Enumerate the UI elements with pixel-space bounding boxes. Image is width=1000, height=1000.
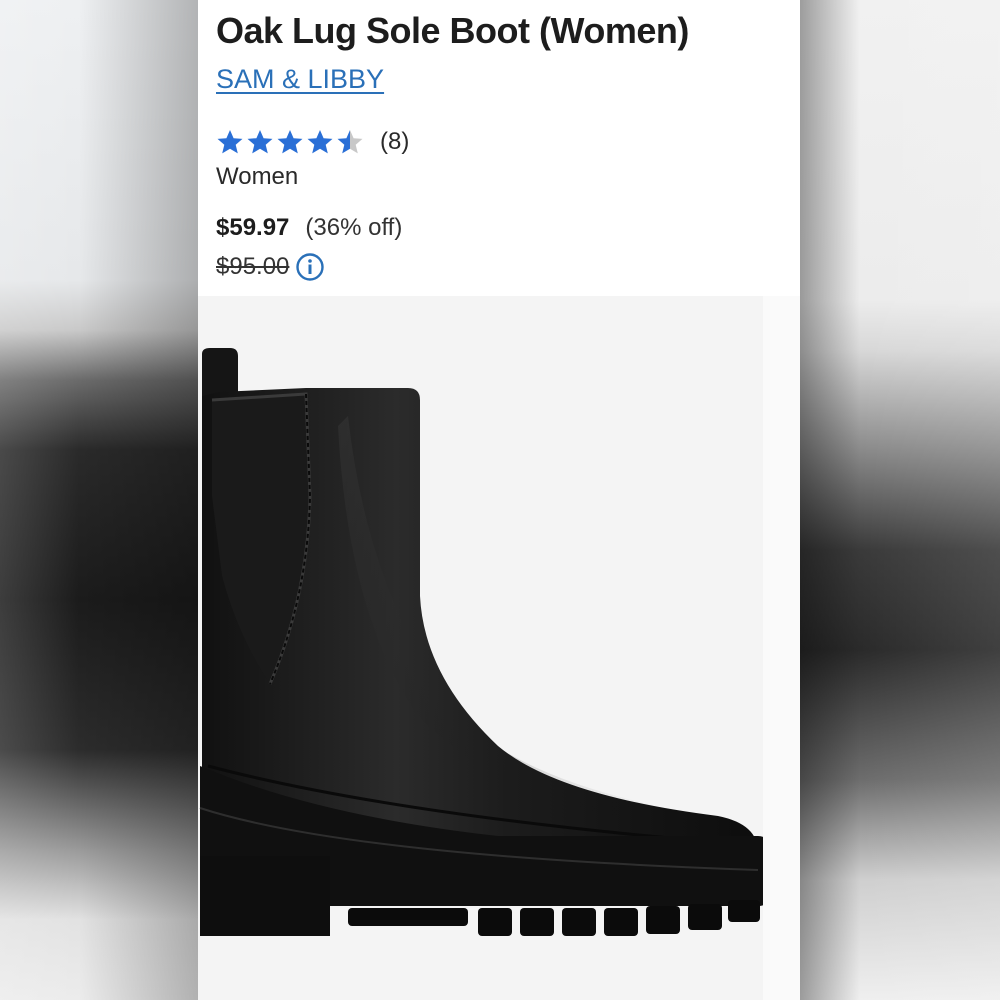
star-icon: [307, 130, 333, 154]
product-title: Oak Lug Sole Boot (Women): [216, 10, 689, 51]
sale-price: $59.97: [216, 214, 290, 241]
rating-row[interactable]: (8): [216, 124, 409, 160]
review-count[interactable]: (8): [380, 128, 409, 156]
star-icon: [337, 130, 363, 154]
star-icon: [247, 130, 273, 154]
price-row: $59.97 (36% off): [216, 214, 402, 242]
star-icon: [217, 130, 243, 154]
discount-label: (36% off): [305, 214, 403, 241]
boot-image: [199, 348, 770, 936]
image-edge: [763, 296, 800, 1000]
star-icon: [277, 130, 303, 154]
original-price: $95.00: [216, 253, 290, 280]
info-icon[interactable]: [295, 252, 325, 282]
blurred-background-left: [0, 0, 198, 1000]
star-rating[interactable]: [216, 128, 364, 156]
product-image[interactable]: [198, 296, 800, 1000]
brand-link[interactable]: SAM & LIBBY: [216, 64, 384, 95]
audience-label: Women: [216, 163, 299, 190]
product-card: Oak Lug Sole Boot (Women) SAM & LIBBY (8…: [198, 0, 800, 1000]
blurred-background-right: [800, 0, 1000, 1000]
original-price-row: $95.00: [216, 252, 325, 282]
